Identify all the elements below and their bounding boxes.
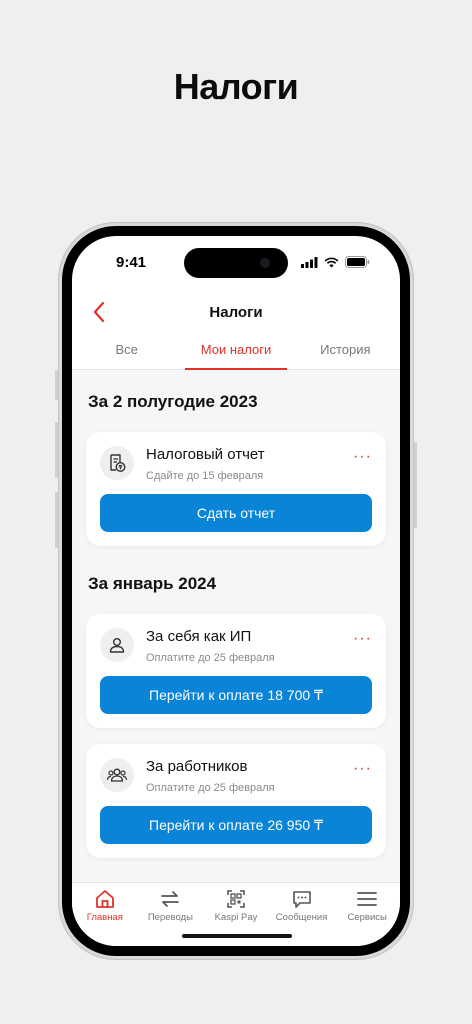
tax-list: За 2 полугодие 2023 Налоговый отчет Сдай… <box>72 370 400 882</box>
page-headline: Налоги <box>173 66 299 107</box>
status-icons <box>301 256 370 268</box>
screen-title: Налоги <box>209 304 263 321</box>
card-deadline: Оплатите до 25 февраля <box>146 652 275 664</box>
chat-icon <box>292 891 311 908</box>
nav-label: Переводы <box>147 912 193 923</box>
more-options-icon[interactable]: ··· <box>353 449 372 465</box>
wifi-icon <box>324 257 339 267</box>
nav-home[interactable]: Главная <box>72 883 138 946</box>
employees-tax-card: За работников Оплатите до 25 февраля ···… <box>86 744 386 858</box>
phone-mute-switch <box>55 370 58 400</box>
nav-label: Kaspi Pay <box>214 912 258 923</box>
tax-report-card: Налоговый отчет Сдайте до 15 февраля ···… <box>86 432 386 546</box>
transfer-icon <box>161 891 180 907</box>
phone-screen: 9:41 Налоги Все Мои налоги История За 2 … <box>72 236 400 946</box>
submit-report-button[interactable]: Сдать отчет <box>100 494 372 532</box>
section-title: За 2 полугодие 2023 <box>88 392 258 411</box>
signal-icon <box>301 256 318 268</box>
tab-my-taxes[interactable]: Мои налоги <box>181 334 290 370</box>
status-time: 9:41 <box>116 254 147 271</box>
nav-label: Сервисы <box>347 912 387 923</box>
people-icon <box>100 758 134 792</box>
card-title: За работников <box>146 758 248 775</box>
tax-document-icon <box>100 446 134 480</box>
home-indicator[interactable] <box>182 934 292 938</box>
phone-volume-down <box>55 492 58 548</box>
self-tax-card: За себя как ИП Оплатите до 25 февраля ··… <box>86 614 386 728</box>
more-options-icon[interactable]: ··· <box>353 761 372 777</box>
phone-volume-up <box>55 422 58 478</box>
card-deadline: Сдайте до 15 февраля <box>146 470 264 482</box>
qr-icon <box>227 890 245 908</box>
section-title: За январь 2024 <box>88 574 217 593</box>
tab-bar: Все Мои налоги История <box>72 334 400 370</box>
card-title: Налоговый отчет <box>146 446 265 463</box>
person-icon <box>100 628 134 662</box>
pay-self-tax-button[interactable]: Перейти к оплате 18 700 ₸ <box>100 676 372 714</box>
nav-services[interactable]: Сервисы <box>334 883 400 946</box>
dynamic-island <box>184 248 288 278</box>
screen-header: Налоги <box>72 294 400 334</box>
phone-frame: 9:41 Налоги Все Мои налоги История За 2 … <box>55 222 417 960</box>
card-deadline: Оплатите до 25 февраля <box>146 782 275 794</box>
tab-history[interactable]: История <box>291 334 400 369</box>
card-title: За себя как ИП <box>146 628 252 645</box>
more-options-icon[interactable]: ··· <box>353 631 372 647</box>
home-icon <box>95 890 114 908</box>
tab-all[interactable]: Все <box>72 334 181 369</box>
pay-employees-tax-button[interactable]: Перейти к оплате 26 950 ₸ <box>100 806 372 844</box>
menu-icon <box>357 892 378 906</box>
phone-power-button <box>414 442 417 528</box>
nav-label: Сообщения <box>275 912 328 923</box>
battery-icon <box>345 256 370 268</box>
nav-label: Главная <box>86 912 123 923</box>
